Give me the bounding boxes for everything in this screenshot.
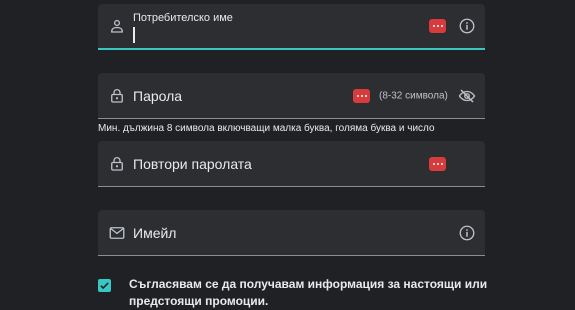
lock-icon: [108, 87, 126, 105]
password-field[interactable]: Парола (8-32 символа): [98, 73, 485, 119]
username-field[interactable]: Потребителско име: [98, 4, 485, 50]
mail-icon: [108, 224, 126, 242]
email-label: Имейл: [133, 224, 177, 241]
text-caret: [133, 27, 135, 43]
username-label: Потребителско име: [133, 12, 233, 24]
password-manager-icon[interactable]: [429, 19, 446, 33]
consent-checkbox[interactable]: [98, 279, 111, 292]
consent-label[interactable]: Съгласявам се да получавам информация за…: [129, 276, 489, 310]
lock-icon: [108, 155, 126, 173]
check-icon: [100, 282, 109, 290]
info-icon[interactable]: [458, 17, 476, 35]
info-icon[interactable]: [458, 224, 476, 242]
visibility-off-icon[interactable]: [458, 87, 476, 105]
email-field[interactable]: Имейл: [98, 210, 485, 256]
person-icon: [108, 17, 126, 35]
password-length-hint: (8-32 символа): [379, 90, 448, 101]
password-helper-text: Мин. дължина 8 символа включващи малка б…: [98, 123, 435, 134]
password-manager-icon[interactable]: [429, 156, 446, 171]
password-repeat-label: Повтори паролата: [133, 155, 252, 172]
password-repeat-field[interactable]: Повтори паролата: [98, 141, 485, 187]
password-manager-icon[interactable]: [353, 88, 370, 103]
password-label: Парола: [133, 87, 183, 104]
